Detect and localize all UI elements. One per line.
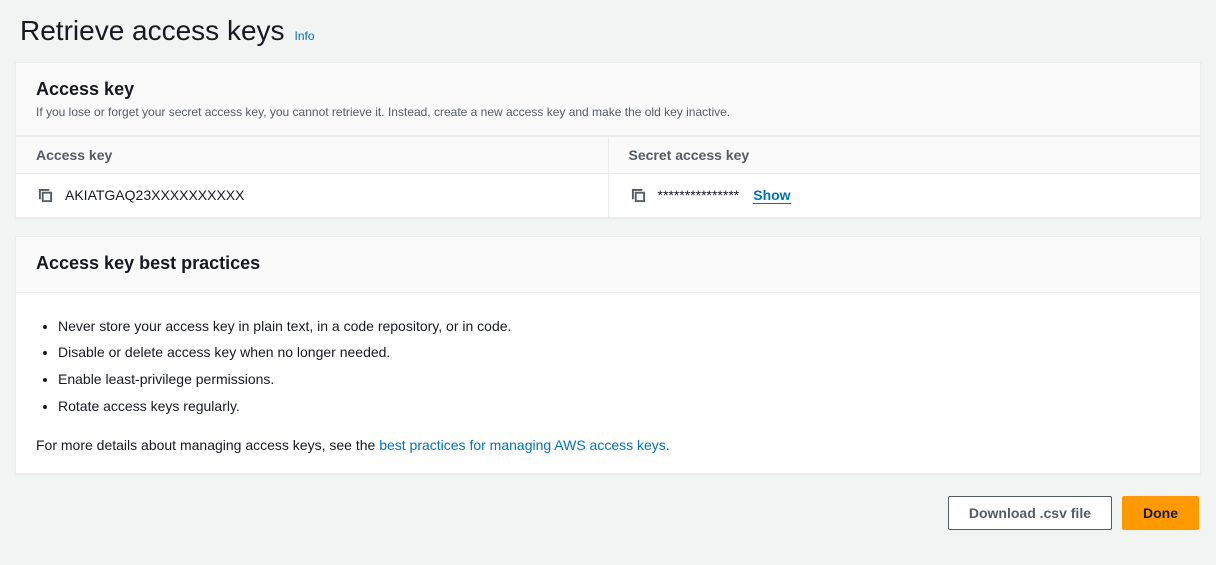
footer-actions: Download .csv file Done: [15, 492, 1201, 534]
done-button[interactable]: Done: [1122, 496, 1199, 530]
download-csv-button[interactable]: Download .csv file: [948, 496, 1112, 530]
best-practices-title: Access key best practices: [36, 253, 1180, 274]
best-practices-body: Never store your access key in plain tex…: [16, 293, 1200, 473]
best-practices-header: Access key best practices: [16, 237, 1200, 293]
access-key-description: If you lose or forget your secret access…: [36, 104, 1180, 121]
key-row: Access key AKIATGAQ23XXXXXXXXXX Secret a…: [16, 136, 1200, 217]
secret-key-column-header: Secret access key: [609, 137, 1201, 174]
copy-access-key-button[interactable]: [36, 186, 55, 205]
list-item: Rotate access keys regularly.: [58, 393, 1180, 420]
best-practices-link[interactable]: best practices for managing AWS access k…: [379, 437, 666, 453]
access-key-panel-header: Access key If you lose or forget your se…: [16, 63, 1200, 136]
show-secret-link[interactable]: Show: [753, 187, 790, 204]
list-item: Enable least-privilege permissions.: [58, 366, 1180, 393]
secret-key-value-row: *************** Show: [609, 174, 1201, 217]
practices-list: Never store your access key in plain tex…: [36, 313, 1180, 419]
best-practices-panel: Access key best practices Never store yo…: [15, 236, 1201, 474]
access-key-value-row: AKIATGAQ23XXXXXXXXXX: [16, 174, 608, 217]
copy-icon: [631, 188, 646, 203]
access-key-column-header: Access key: [16, 137, 608, 174]
page-title: Retrieve access keys: [20, 15, 285, 47]
list-item: Never store your access key in plain tex…: [58, 313, 1180, 340]
access-key-column: Access key AKIATGAQ23XXXXXXXXXX: [16, 137, 608, 217]
info-link[interactable]: Info: [295, 29, 315, 43]
copy-icon: [38, 188, 53, 203]
more-suffix: .: [666, 437, 670, 453]
access-key-title: Access key: [36, 79, 1180, 100]
access-key-panel: Access key If you lose or forget your se…: [15, 62, 1201, 218]
secret-key-column: Secret access key *************** Show: [608, 137, 1201, 217]
page-header: Retrieve access keys Info: [15, 15, 1201, 47]
more-details-text: For more details about managing access k…: [36, 437, 1180, 453]
copy-secret-key-button[interactable]: [629, 186, 648, 205]
more-prefix: For more details about managing access k…: [36, 437, 379, 453]
access-key-value: AKIATGAQ23XXXXXXXXXX: [65, 187, 244, 203]
list-item: Disable or delete access key when no lon…: [58, 339, 1180, 366]
secret-key-masked: ***************: [658, 187, 740, 203]
